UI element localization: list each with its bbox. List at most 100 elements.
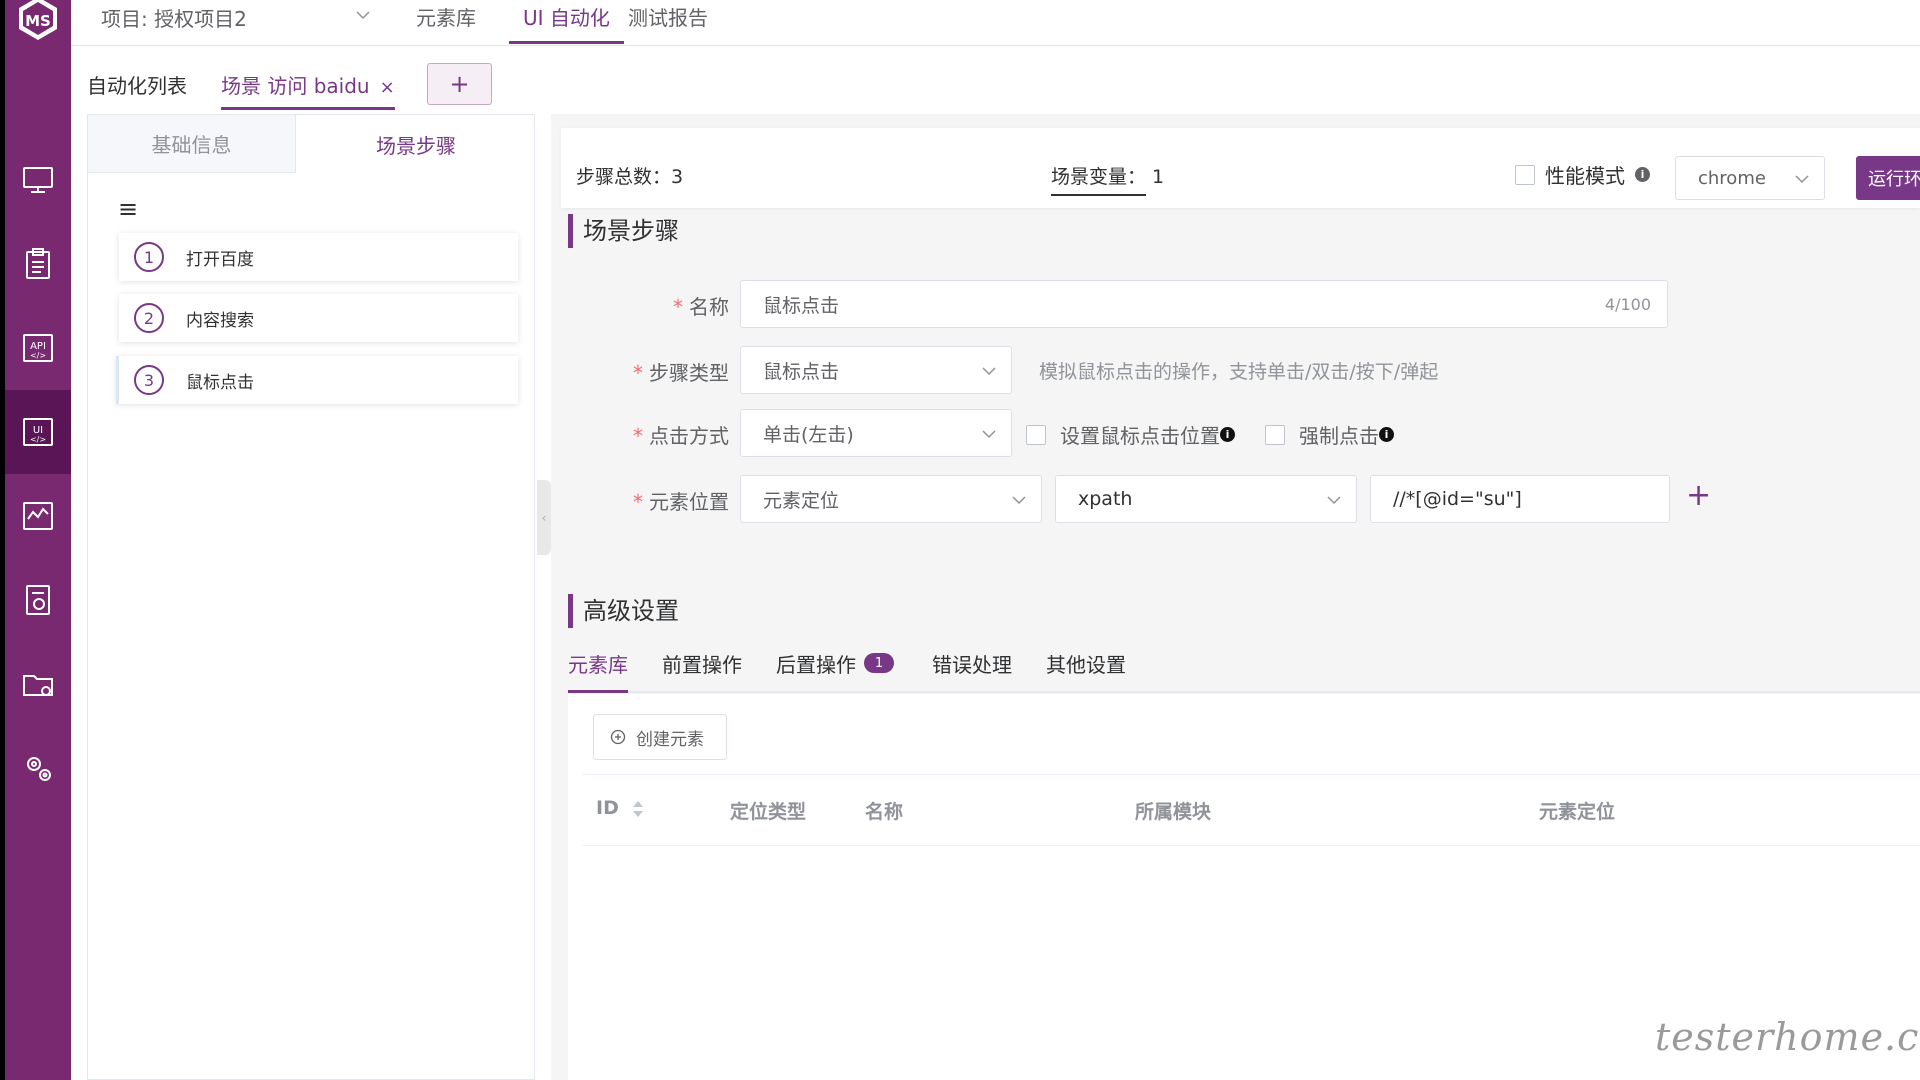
ui-automation-icon[interactable]: UI </> bbox=[5, 390, 71, 474]
click-mode-label: * 点击方式 bbox=[633, 424, 729, 448]
locator-value-input[interactable]: //*[@id="su"] bbox=[1370, 475, 1670, 523]
nav-tab-ui-automation[interactable]: UI 自动化 bbox=[509, 0, 624, 44]
menu-icon[interactable]: ≡ bbox=[118, 195, 138, 223]
force-click-label: 强制点击 bbox=[1299, 424, 1379, 448]
element-mode-select[interactable]: 元素定位 bbox=[740, 475, 1042, 523]
step-number: 1 bbox=[134, 242, 164, 272]
click-mode-value: 单击(左击) bbox=[763, 423, 854, 446]
project-name: 项目: 授权项目2 bbox=[101, 6, 247, 31]
svg-text:MS: MS bbox=[25, 12, 51, 30]
step-item[interactable]: 2 内容搜索 bbox=[119, 294, 518, 342]
step-type-label: * 步骤类型 bbox=[633, 361, 729, 385]
advanced-settings-title: 高级设置 bbox=[568, 594, 679, 628]
close-icon[interactable]: × bbox=[380, 77, 395, 98]
info-icon: i bbox=[1220, 427, 1235, 442]
performance-mode-checkbox[interactable] bbox=[1515, 164, 1535, 185]
tab-error-handling[interactable]: 错误处理 bbox=[932, 649, 1012, 693]
click-mode-label-text: 点击方式 bbox=[649, 424, 729, 448]
browser-value: chrome bbox=[1698, 167, 1766, 189]
step-type-label-text: 步骤类型 bbox=[649, 361, 729, 385]
scene-variables-value: 1 bbox=[1152, 166, 1165, 188]
tab-scene-steps[interactable]: 场景步骤 bbox=[296, 115, 536, 173]
chevron-down-icon bbox=[982, 430, 996, 439]
step-label: 内容搜索 bbox=[186, 310, 254, 331]
name-value: 鼠标点击 bbox=[763, 294, 840, 317]
step-type-select[interactable]: 鼠标点击 bbox=[740, 346, 1012, 394]
count-badge: 1 bbox=[864, 653, 894, 673]
name-input[interactable]: 鼠标点击 4/100 bbox=[740, 280, 1668, 328]
plus-circle-icon bbox=[610, 729, 626, 745]
chevron-down-icon bbox=[1327, 496, 1341, 505]
info-icon: i bbox=[1635, 167, 1650, 182]
test-plan-icon[interactable] bbox=[5, 222, 71, 306]
locator-value: //*[@id="su"] bbox=[1393, 488, 1522, 510]
browser-select[interactable]: chrome bbox=[1675, 156, 1825, 200]
column-module: 所属模块 bbox=[1135, 801, 1212, 823]
scene-variables[interactable]: 场景变量： 1 bbox=[1051, 162, 1165, 196]
svg-text:</>: </> bbox=[30, 351, 46, 360]
name-label: * 名称 bbox=[673, 295, 729, 319]
tab-other-settings[interactable]: 其他设置 bbox=[1046, 649, 1126, 693]
chevron-down-icon bbox=[1795, 175, 1809, 184]
click-mode-select[interactable]: 单击(左击) bbox=[740, 409, 1012, 457]
svg-text:</>: </> bbox=[30, 435, 46, 444]
performance-mode: 性能模式 i bbox=[1515, 160, 1650, 189]
step-number: 2 bbox=[134, 303, 164, 333]
nav-tab-test-report[interactable]: 测试报告 bbox=[628, 0, 708, 44]
element-position-label-text: 元素位置 bbox=[649, 490, 729, 514]
add-locator-button[interactable]: + bbox=[1686, 478, 1711, 513]
tab-basic-info[interactable]: 基础信息 bbox=[88, 115, 296, 173]
scene-summary-bar: 步骤总数：3 场景变量：1 性能模式 i chrome 运行环境 bbox=[561, 128, 1920, 208]
set-click-position-option: 设置鼠标点击位置 i bbox=[1026, 420, 1235, 449]
nav-tab-elements[interactable]: 元素库 bbox=[416, 0, 476, 44]
ms-logo[interactable]: MS bbox=[15, 0, 61, 42]
add-tab-button[interactable]: + bbox=[427, 63, 492, 105]
workstation-icon[interactable] bbox=[5, 138, 71, 222]
tab-element-library[interactable]: 元素库 bbox=[568, 649, 628, 693]
info-icon: i bbox=[1379, 427, 1394, 442]
run-environment-button[interactable]: 运行环境 bbox=[1856, 156, 1920, 200]
tab-scene-baidu[interactable]: 场景 访问 baidu × bbox=[221, 70, 395, 110]
report-icon[interactable] bbox=[5, 558, 71, 642]
chevron-down-icon bbox=[356, 11, 370, 20]
column-locator-type: 定位类型 bbox=[730, 801, 807, 823]
step-type-hint: 模拟鼠标点击的操作，支持单击/双击/按下/弹起 bbox=[1039, 361, 1439, 383]
tab-automation-list[interactable]: 自动化列表 bbox=[87, 70, 187, 110]
force-click-option: 强制点击 i bbox=[1265, 420, 1394, 449]
tab-scene-label: 场景 访问 baidu bbox=[221, 74, 370, 98]
step-count-label: 步骤总数： bbox=[576, 166, 672, 188]
force-click-checkbox[interactable] bbox=[1265, 424, 1285, 445]
column-name: 名称 bbox=[865, 801, 904, 823]
window-edge-strip bbox=[0, 0, 5, 1080]
column-id-label: ID bbox=[596, 797, 619, 819]
scene-left-panel: 基础信息 场景步骤 ≡ 1 打开百度 2 内容搜索 3 鼠标点击 bbox=[87, 114, 535, 1080]
api-icon[interactable]: API </> bbox=[5, 306, 71, 390]
scene-variables-label[interactable]: 场景变量： bbox=[1051, 166, 1147, 196]
tab-post-operations[interactable]: 后置操作 1 bbox=[776, 649, 894, 693]
settings-gear-icon[interactable] bbox=[5, 726, 71, 810]
sidebar: MS API </> UI </> bbox=[0, 0, 71, 1080]
locator-type-value: xpath bbox=[1078, 488, 1133, 510]
step-label: 鼠标点击 bbox=[186, 372, 254, 393]
scene-tabs-bar: 自动化列表 场景 访问 baidu × bbox=[71, 46, 1920, 114]
step-number: 3 bbox=[134, 365, 164, 395]
sort-icon[interactable] bbox=[631, 799, 645, 819]
performance-icon[interactable] bbox=[5, 474, 71, 558]
project-selector[interactable]: 项目: 授权项目2 bbox=[101, 0, 371, 34]
step-label: 打开百度 bbox=[186, 249, 254, 270]
locator-type-select[interactable]: xpath bbox=[1055, 475, 1357, 523]
chevron-down-icon bbox=[1012, 496, 1026, 505]
element-position-label: * 元素位置 bbox=[633, 490, 729, 514]
name-char-count: 4/100 bbox=[1604, 294, 1651, 314]
collapse-panel-handle[interactable]: ‹ bbox=[537, 480, 551, 555]
step-item-selected[interactable]: 3 鼠标点击 bbox=[116, 356, 518, 404]
step-type-value: 鼠标点击 bbox=[763, 360, 840, 383]
chevron-down-icon bbox=[982, 367, 996, 376]
step-detail-area: 步骤总数：3 场景变量：1 性能模式 i chrome 运行环境 场景步骤 *名… bbox=[551, 114, 1920, 1080]
set-click-position-checkbox[interactable] bbox=[1026, 424, 1046, 445]
step-item[interactable]: 1 打开百度 bbox=[119, 233, 518, 281]
column-id[interactable]: ID bbox=[596, 797, 645, 819]
tab-pre-operations[interactable]: 前置操作 bbox=[662, 649, 742, 693]
project-folder-icon[interactable] bbox=[5, 642, 71, 726]
create-element-button[interactable]: 创建元素 bbox=[593, 714, 727, 760]
